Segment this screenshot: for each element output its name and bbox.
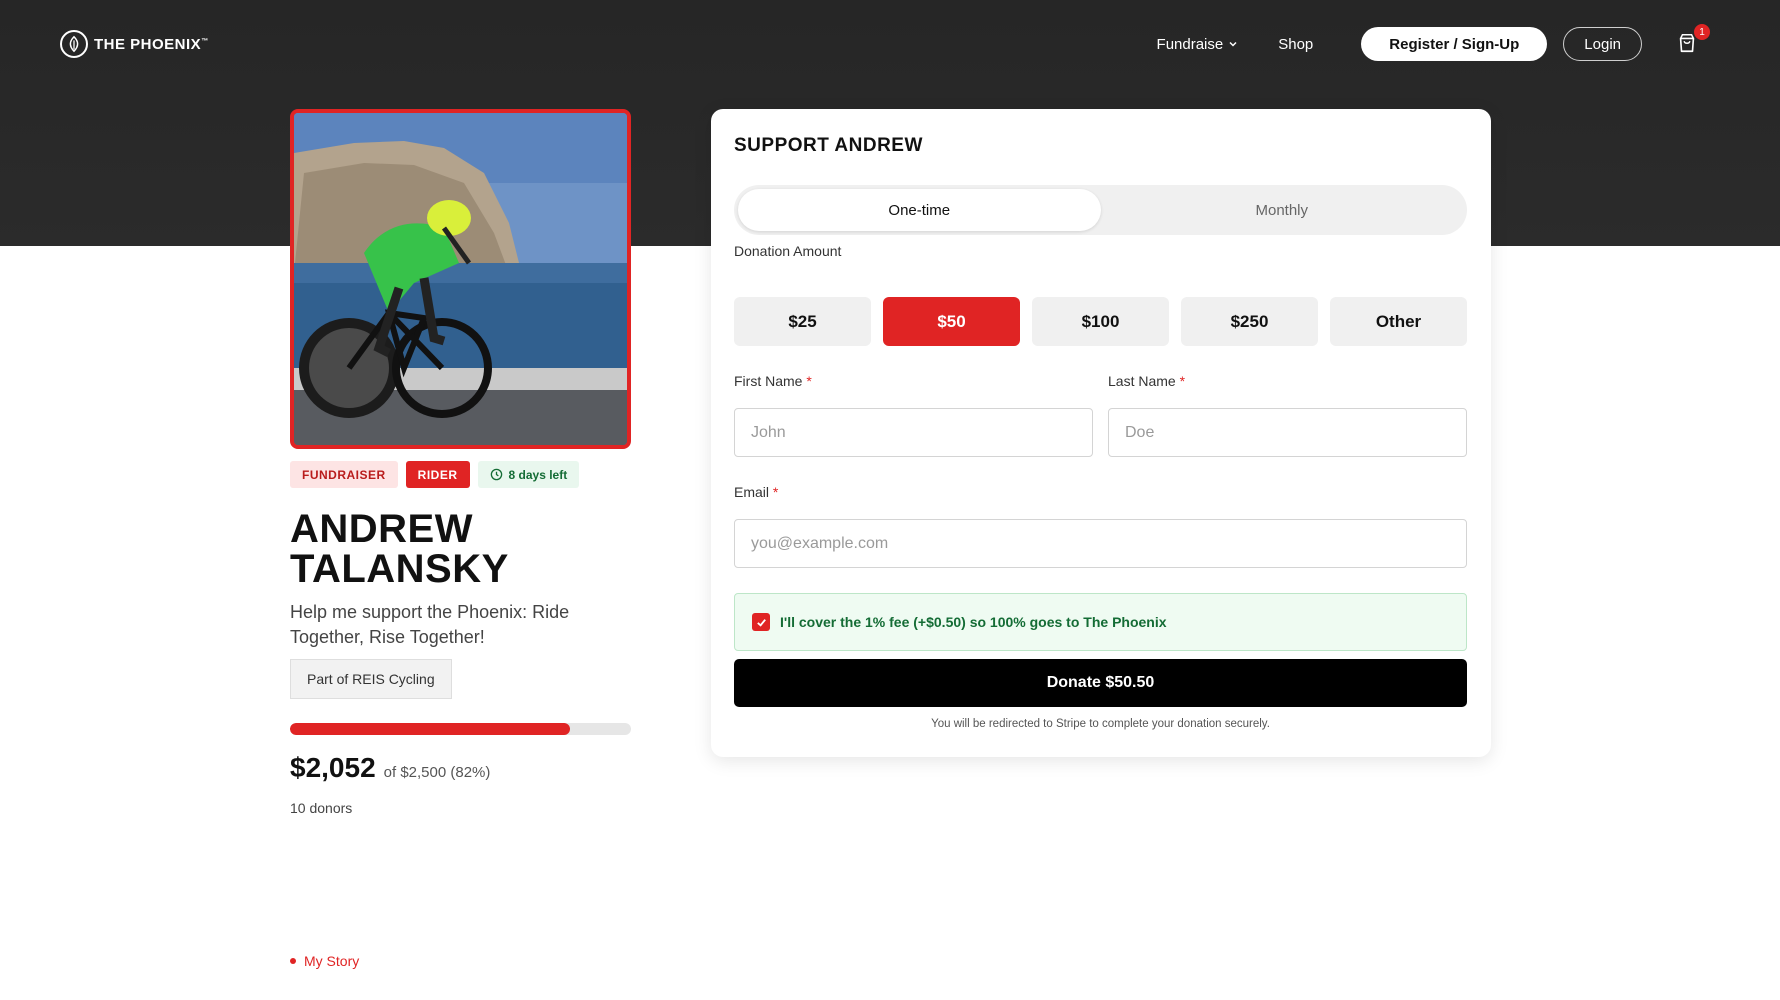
progress-bar bbox=[290, 723, 631, 735]
nav-fundraise-label: Fundraise bbox=[1156, 35, 1224, 53]
cart-count-badge: 1 bbox=[1694, 24, 1710, 40]
nav-shop[interactable]: Shop bbox=[1278, 36, 1313, 53]
stripe-redirect-note: You will be redirected to Stripe to comp… bbox=[931, 718, 1270, 730]
login-button[interactable]: Login bbox=[1563, 27, 1642, 61]
fundraiser-badge: FUNDRAISER bbox=[290, 461, 398, 488]
frequency-toggle: One-time Monthly bbox=[734, 185, 1467, 235]
fundraiser-name: ANDREW TALANSKY bbox=[290, 509, 630, 589]
main-nav: Fundraise Shop Register / Sign-Up Login … bbox=[1157, 24, 1710, 61]
email-input[interactable] bbox=[734, 519, 1467, 568]
amount-option-other[interactable]: Other bbox=[1330, 297, 1467, 346]
cover-fee-option[interactable]: I'll cover the 1% fee (+$0.50) so 100% g… bbox=[734, 593, 1467, 651]
days-left-badge: 8 days left bbox=[477, 461, 580, 488]
donation-amount-label: Donation Amount bbox=[734, 243, 842, 259]
donation-card-title: SUPPORT ANDREW bbox=[734, 135, 923, 156]
donate-button[interactable]: Donate $50.50 bbox=[734, 659, 1467, 707]
days-left-text: 8 days left bbox=[508, 467, 568, 482]
donor-count: 10 donors bbox=[290, 800, 353, 816]
raised-amount: $2,052 bbox=[290, 752, 376, 783]
frequency-one-time[interactable]: One-time bbox=[738, 189, 1101, 231]
site-header: THE PHOENIX™ Fundraise Shop Register / S… bbox=[0, 0, 1780, 88]
frequency-monthly[interactable]: Monthly bbox=[1101, 189, 1464, 231]
raised-summary: $2,052 of $2,500 (82%) bbox=[290, 752, 490, 784]
amount-option-25[interactable]: $25 bbox=[734, 297, 871, 346]
rider-badge: RIDER bbox=[405, 461, 470, 488]
fundraiser-badges: FUNDRAISER RIDER 8 days left bbox=[290, 461, 580, 488]
first-name-label: First Name * bbox=[734, 373, 812, 389]
cart-button[interactable]: 1 bbox=[1676, 24, 1710, 56]
cover-fee-checkbox[interactable] bbox=[752, 613, 770, 631]
last-name-label: Last Name * bbox=[1108, 373, 1186, 389]
name-line-2: TALANSKY bbox=[290, 547, 509, 591]
logo-text: THE PHOENIX™ bbox=[94, 35, 209, 53]
cover-fee-text: I'll cover the 1% fee (+$0.50) so 100% g… bbox=[780, 614, 1167, 630]
name-line-1: ANDREW bbox=[290, 507, 473, 551]
clock-icon bbox=[490, 468, 502, 481]
first-name-input[interactable] bbox=[734, 408, 1093, 457]
nav-fundraise[interactable]: Fundraise bbox=[1157, 36, 1239, 53]
team-chip[interactable]: Part of REIS Cycling bbox=[290, 659, 452, 699]
email-label: Email * bbox=[734, 484, 779, 500]
my-story-label: My Story bbox=[304, 953, 360, 969]
bullet-dot-icon bbox=[290, 958, 296, 964]
amount-option-50[interactable]: $50 bbox=[883, 297, 1020, 346]
chevron-down-icon bbox=[1229, 41, 1237, 47]
donation-card: SUPPORT ANDREW One-time Monthly Donation… bbox=[711, 109, 1491, 757]
my-story-link[interactable]: My Story bbox=[290, 953, 359, 969]
fundraiser-photo bbox=[290, 109, 631, 449]
amount-option-250[interactable]: $250 bbox=[1181, 297, 1318, 346]
last-name-input[interactable] bbox=[1108, 408, 1467, 457]
phoenix-logo-icon bbox=[60, 30, 88, 58]
register-button[interactable]: Register / Sign-Up bbox=[1361, 27, 1548, 61]
progress-fill bbox=[290, 723, 570, 735]
checkmark-icon bbox=[756, 618, 766, 627]
logo[interactable]: THE PHOENIX™ bbox=[60, 30, 209, 58]
amount-option-100[interactable]: $100 bbox=[1032, 297, 1169, 346]
amount-options: $25 $50 $100 $250 Other bbox=[734, 297, 1467, 346]
goal-text: of $2,500 (82%) bbox=[383, 764, 491, 781]
fundraiser-tagline: Help me support the Phoenix: Ride Togeth… bbox=[290, 602, 570, 647]
